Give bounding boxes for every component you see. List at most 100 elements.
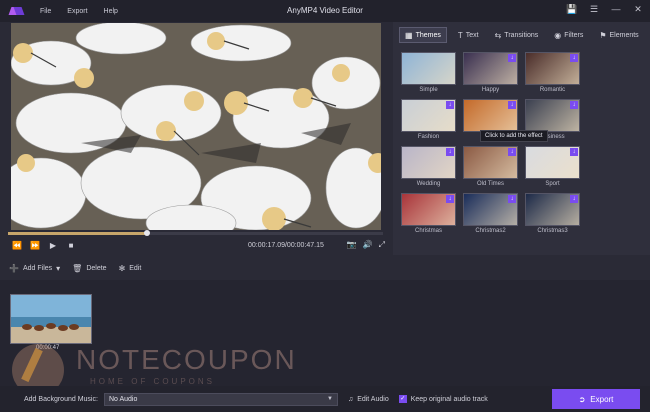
theme-label: Wedding: [416, 181, 441, 187]
download-icon[interactable]: ↓: [570, 54, 578, 62]
theme-item[interactable]: ↓ Fashion: [401, 99, 456, 142]
window-controls: 💾 ☰ — ✕: [566, 4, 644, 15]
snapshot-icon[interactable]: 📷: [347, 240, 357, 250]
theme-thumbnail-image[interactable]: ↓: [463, 146, 518, 179]
effects-tabs: ▦ Themes T Text ⇆ Transitions ◉ Filters ⚑ Ele…: [393, 22, 650, 48]
add-files-icon: ➕: [9, 263, 19, 273]
elements-icon: ⚑: [599, 30, 607, 40]
edit-label: Edit: [129, 264, 142, 272]
tab-label: Filters: [564, 31, 584, 39]
theme-item[interactable]: ↓ Romantic: [525, 52, 580, 95]
download-icon[interactable]: ↓: [570, 195, 578, 203]
download-icon[interactable]: ↓: [570, 148, 578, 156]
edit-button[interactable]: ✻ Edit: [119, 264, 142, 273]
volume-icon[interactable]: 🔊: [363, 240, 373, 250]
tab-label: Transitions: [504, 31, 539, 39]
tab-label: Themes: [415, 31, 441, 39]
theme-thumbnail-image[interactable]: ↓: [525, 193, 580, 226]
download-icon[interactable]: ↓: [446, 101, 454, 109]
keep-original-audio-checkbox[interactable]: ✓ Keep original audio track: [398, 395, 488, 403]
checkbox-checked-icon: ✓: [398, 395, 407, 403]
theme-label: Romantic: [539, 87, 566, 93]
theme-thumbnail-image[interactable]: ↓: [401, 146, 456, 179]
download-icon[interactable]: ↓: [508, 195, 516, 203]
effect-tooltip: Click to add the effect: [480, 130, 548, 142]
rewind-button[interactable]: ⏪: [8, 241, 26, 250]
theme-thumbnail-image[interactable]: [401, 52, 456, 85]
list-icon[interactable]: ☰: [588, 4, 600, 15]
add-files-button[interactable]: ➕ Add Files ▾: [9, 264, 60, 273]
themes-icon: ▦: [405, 30, 413, 40]
menu-help[interactable]: Help: [104, 8, 118, 15]
theme-thumbnail-image[interactable]: ↓: [525, 146, 580, 179]
theme-thumbnail-image[interactable]: ↓: [401, 99, 456, 132]
tab-text[interactable]: T Text: [453, 27, 484, 43]
tab-elements[interactable]: ⚑ Elements: [594, 27, 643, 43]
export-button[interactable]: ➲ Export: [552, 389, 640, 409]
watermark-subtitle: HOME OF COUPONS: [90, 377, 216, 386]
tab-transitions[interactable]: ⇆ Transitions: [490, 27, 544, 43]
delete-button[interactable]: 🗑 Delete: [72, 264, 106, 273]
watermark-text: NOTECOUPON: [76, 344, 297, 375]
save-icon[interactable]: 💾: [566, 4, 578, 15]
background-music-value: No Audio: [108, 395, 138, 403]
theme-label: Fashion: [417, 134, 440, 140]
clip-duration: 00:00:47: [36, 345, 60, 351]
theme-item[interactable]: ↓ Christmas: [401, 193, 456, 236]
timeline-clip[interactable]: [10, 294, 92, 344]
theme-item[interactable]: ↓ Old Times: [463, 146, 518, 189]
theme-thumbnail-image[interactable]: ↓: [463, 193, 518, 226]
close-icon[interactable]: ✕: [632, 4, 644, 15]
theme-item[interactable]: ↓ Sport: [525, 146, 580, 189]
playback-time: 00:00:17.09/00:00:47.15: [248, 241, 324, 249]
theme-item[interactable]: Simple: [401, 52, 456, 95]
download-icon[interactable]: ↓: [446, 195, 454, 203]
download-icon[interactable]: ↓: [508, 54, 516, 62]
chevron-down-icon[interactable]: ▾: [56, 264, 60, 273]
menu-export[interactable]: Export: [67, 8, 87, 15]
progress-handle[interactable]: [143, 230, 150, 236]
download-icon[interactable]: ↓: [570, 101, 578, 109]
theme-label: Simple: [419, 87, 438, 93]
download-icon[interactable]: ↓: [508, 101, 516, 109]
export-label: Export: [590, 394, 614, 404]
minimize-icon[interactable]: —: [610, 4, 622, 15]
theme-thumbnail-image[interactable]: ↓: [525, 99, 580, 132]
playback-progress-bar[interactable]: [8, 230, 383, 236]
theme-thumbnail-image[interactable]: ↓: [463, 52, 518, 85]
player-controls: ⏪ ⏩ ▶ ■ 00:00:17.09/00:00:47.15 📷 🔊 ⤢: [8, 238, 385, 252]
theme-thumbnail-image[interactable]: ↓: [463, 99, 518, 132]
download-icon[interactable]: ↓: [508, 148, 516, 156]
tab-filters[interactable]: ◉ Filters: [549, 27, 588, 43]
video-frame-image: [11, 23, 381, 230]
transitions-icon: ⇆: [494, 30, 502, 40]
theme-item[interactable]: ↓ Christmas3: [525, 193, 580, 236]
tab-themes[interactable]: ▦ Themes: [399, 27, 447, 43]
fullscreen-icon[interactable]: ⤢: [379, 240, 385, 250]
background-music-select[interactable]: No Audio ▼: [103, 392, 338, 406]
edit-audio-button[interactable]: ♫ Edit Audio: [348, 396, 389, 403]
trash-icon: 🗑: [72, 263, 83, 273]
menu-bar: File Export Help: [32, 8, 126, 15]
stop-button[interactable]: ■: [62, 241, 80, 250]
theme-item[interactable]: ↓ Christmas2: [463, 193, 518, 236]
menu-file[interactable]: File: [40, 8, 51, 15]
theme-thumbnail-image[interactable]: ↓: [525, 52, 580, 85]
export-icon: ➲: [578, 394, 586, 404]
filters-icon: ◉: [554, 30, 562, 40]
download-icon[interactable]: ↓: [446, 148, 454, 156]
text-icon: T: [457, 30, 463, 40]
chevron-down-icon: ▼: [326, 396, 333, 402]
app-window: File Export Help AnyMP4 Video Editor 💾 ☰…: [0, 0, 650, 412]
tab-label: Elements: [609, 31, 639, 39]
theme-label: Sport: [545, 181, 560, 187]
theme-item[interactable]: ↓ Happy: [463, 52, 518, 95]
video-preview[interactable]: [11, 23, 381, 230]
audio-edit-icon: ♫: [347, 395, 354, 403]
keep-original-label: Keep original audio track: [410, 395, 488, 403]
theme-thumbnail-image[interactable]: ↓: [401, 193, 456, 226]
edit-audio-label: Edit Audio: [357, 395, 389, 403]
theme-item[interactable]: ↓ Wedding: [401, 146, 456, 189]
fast-forward-button[interactable]: ⏩: [26, 241, 44, 250]
play-button[interactable]: ▶: [44, 241, 62, 250]
